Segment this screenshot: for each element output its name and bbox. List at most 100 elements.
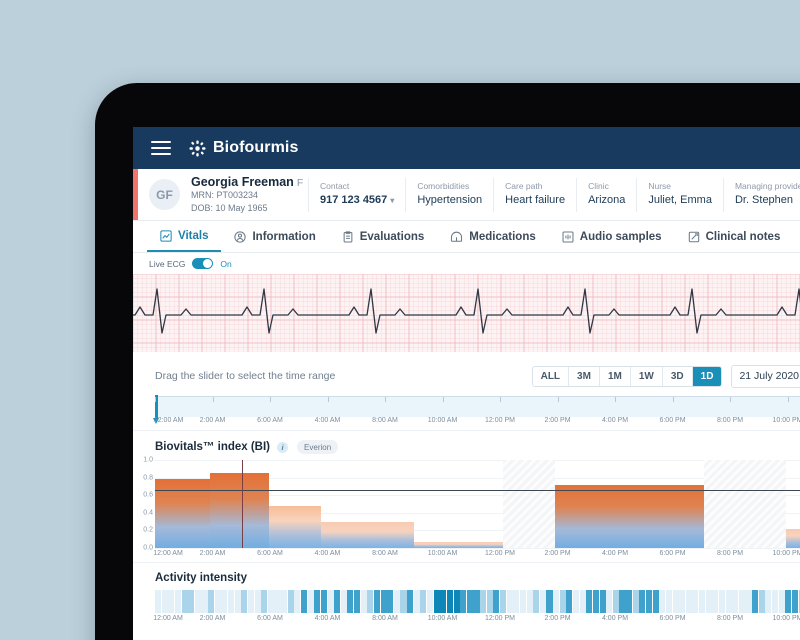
activity-bar [387,590,394,613]
activity-bar [227,590,235,613]
tab-label: Medications [469,230,536,243]
patient-field-contact[interactable]: Contact 917 123 4567 ▾ [308,177,405,212]
x-axis-label: 2:00 PM [544,615,571,622]
activity-bar [480,590,487,613]
biovitals-plot-area[interactable]: 1.0 0.8 0.6 0.4 0.2 0.0 [143,457,800,552]
hamburger-menu-icon[interactable] [151,141,171,155]
activity-bar [500,590,507,613]
live-ecg-toggle[interactable] [192,258,214,269]
activity-bar [427,590,434,613]
activity-bar [685,590,692,613]
activity-bar [559,590,566,613]
activity-bar [712,590,719,613]
slider-track[interactable] [153,395,800,424]
field-value: Juliet, Emma [648,193,712,206]
patient-field-list: Contact 917 123 4567 ▾ Comorbidities Hyperte… [308,177,800,212]
cursor-line[interactable] [241,460,244,548]
bi-bar[interactable] [555,484,704,548]
clipboard-icon [342,230,354,243]
tab-evaluations[interactable]: Evaluations [329,221,438,252]
activity-section: Activity intensity 12:00 AM 2:00 AM 6:00 A… [133,562,800,627]
tab-a[interactable]: A [793,221,800,252]
ecg-trace [133,274,800,352]
activity-bar [208,590,215,613]
device-badge: Everion [297,440,339,454]
range-button-all[interactable]: ALL [532,366,570,386]
device-bezel: Biofourmis GF Georgia Freeman F MRN: PT00… [95,83,800,640]
activity-strip[interactable] [155,590,800,613]
x-axis: 12:00 AM 2:00 AM 6:00 AM 4:00 AM 8:00 AM 10:0… [153,548,800,562]
activity-bar [791,590,799,613]
activity-bar [221,590,228,613]
activity-bar [234,590,241,613]
slider-tick [385,397,386,402]
activity-bar [526,590,533,613]
y-axis-label: 0.6 [143,491,153,499]
y-axis-label: 1.0 [143,456,153,464]
tab-label: Evaluations [359,230,425,243]
field-label: Managing provider [734,181,800,192]
bi-bar[interactable] [786,528,800,548]
time-range-slider[interactable]: 12:00 AM 2:00 AM 6:00 AM 4:00 AM 8:00 AM 10:0… [133,395,800,430]
activity-bar [553,590,560,613]
activity-bar [592,590,599,613]
bi-bar[interactable] [210,473,269,548]
tab-information[interactable]: Information [221,221,328,252]
activity-bar [758,590,765,613]
activity-bar [665,590,672,613]
date-picker[interactable]: 21 July 2020 [731,364,800,388]
tab-vitals[interactable]: Vitals [147,221,222,252]
activity-bar [738,590,745,613]
range-button-1w[interactable]: 1W [630,366,663,386]
slider-tick [672,397,674,402]
bi-bar[interactable] [320,521,414,548]
range-button-1d[interactable]: 1D [692,366,722,386]
tab-label: Clinical notes [705,230,781,243]
info-icon[interactable]: i [277,441,289,453]
time-range-panel: Drag the slider to select the time range… [133,352,800,430]
activity-bar [619,590,626,613]
activity-bar [772,590,779,613]
activity-bar [599,590,606,613]
slider-tick [500,397,501,402]
chevron-down-icon[interactable]: ▾ [390,196,394,205]
live-ecg-state: On [220,258,232,269]
tab-label: Vitals [178,229,209,242]
tab-audio-samples[interactable]: Audio samples [549,221,675,252]
bi-bar[interactable] [268,505,321,548]
activity-title: Activity intensity [155,572,248,584]
x-axis-label: 2:00 AM [199,550,226,557]
brand-logo[interactable]: Biofourmis [189,139,298,157]
activity-bar [281,590,288,613]
biovitals-header: Biovitals™ index (BI) i Everion Average [133,431,800,460]
tab-medications[interactable]: Medications [437,221,548,252]
no-data-region [503,460,556,548]
y-axis: 1.0 0.8 0.6 0.4 0.2 0.0 [135,456,155,552]
range-button-1m[interactable]: 1M [599,366,631,386]
activity-bar [652,590,659,613]
activity-bar [732,590,739,613]
range-button-3d[interactable]: 3D [662,366,693,386]
slider-tick-labels: 12:00 AM 2:00 AM 6:00 AM 4:00 AM 8:00 AM 10:0… [154,417,800,430]
field-value: Heart failure [505,193,566,206]
patient-alert-accent [133,169,138,220]
activity-bar [267,590,274,613]
range-button-3m[interactable]: 3M [569,366,600,386]
slider-tick-label: 12:00 PM [485,417,515,424]
activity-bar [745,590,752,613]
activity-chart: 12:00 AM 2:00 AM 6:00 AM 4:00 AM 8:00 AM 10:0… [133,590,800,627]
activity-header: Activity intensity [133,563,800,590]
slider-tick [557,397,559,402]
activity-bar [705,590,712,613]
x-axis-label: 2:00 AM [199,615,226,622]
tab-label: Information [252,230,316,243]
activity-bar [307,590,314,613]
activity-bar [393,590,400,613]
slider-tick-label: 2:00 AM [199,417,226,424]
slider-tick [615,397,616,402]
x-axis-label: 10:00 AM [427,615,458,622]
activity-bar [360,590,367,613]
x-axis-label: 6:00 AM [257,550,283,557]
tab-clinical-notes[interactable]: Clinical notes [675,221,794,252]
chart-line-icon [160,229,172,242]
